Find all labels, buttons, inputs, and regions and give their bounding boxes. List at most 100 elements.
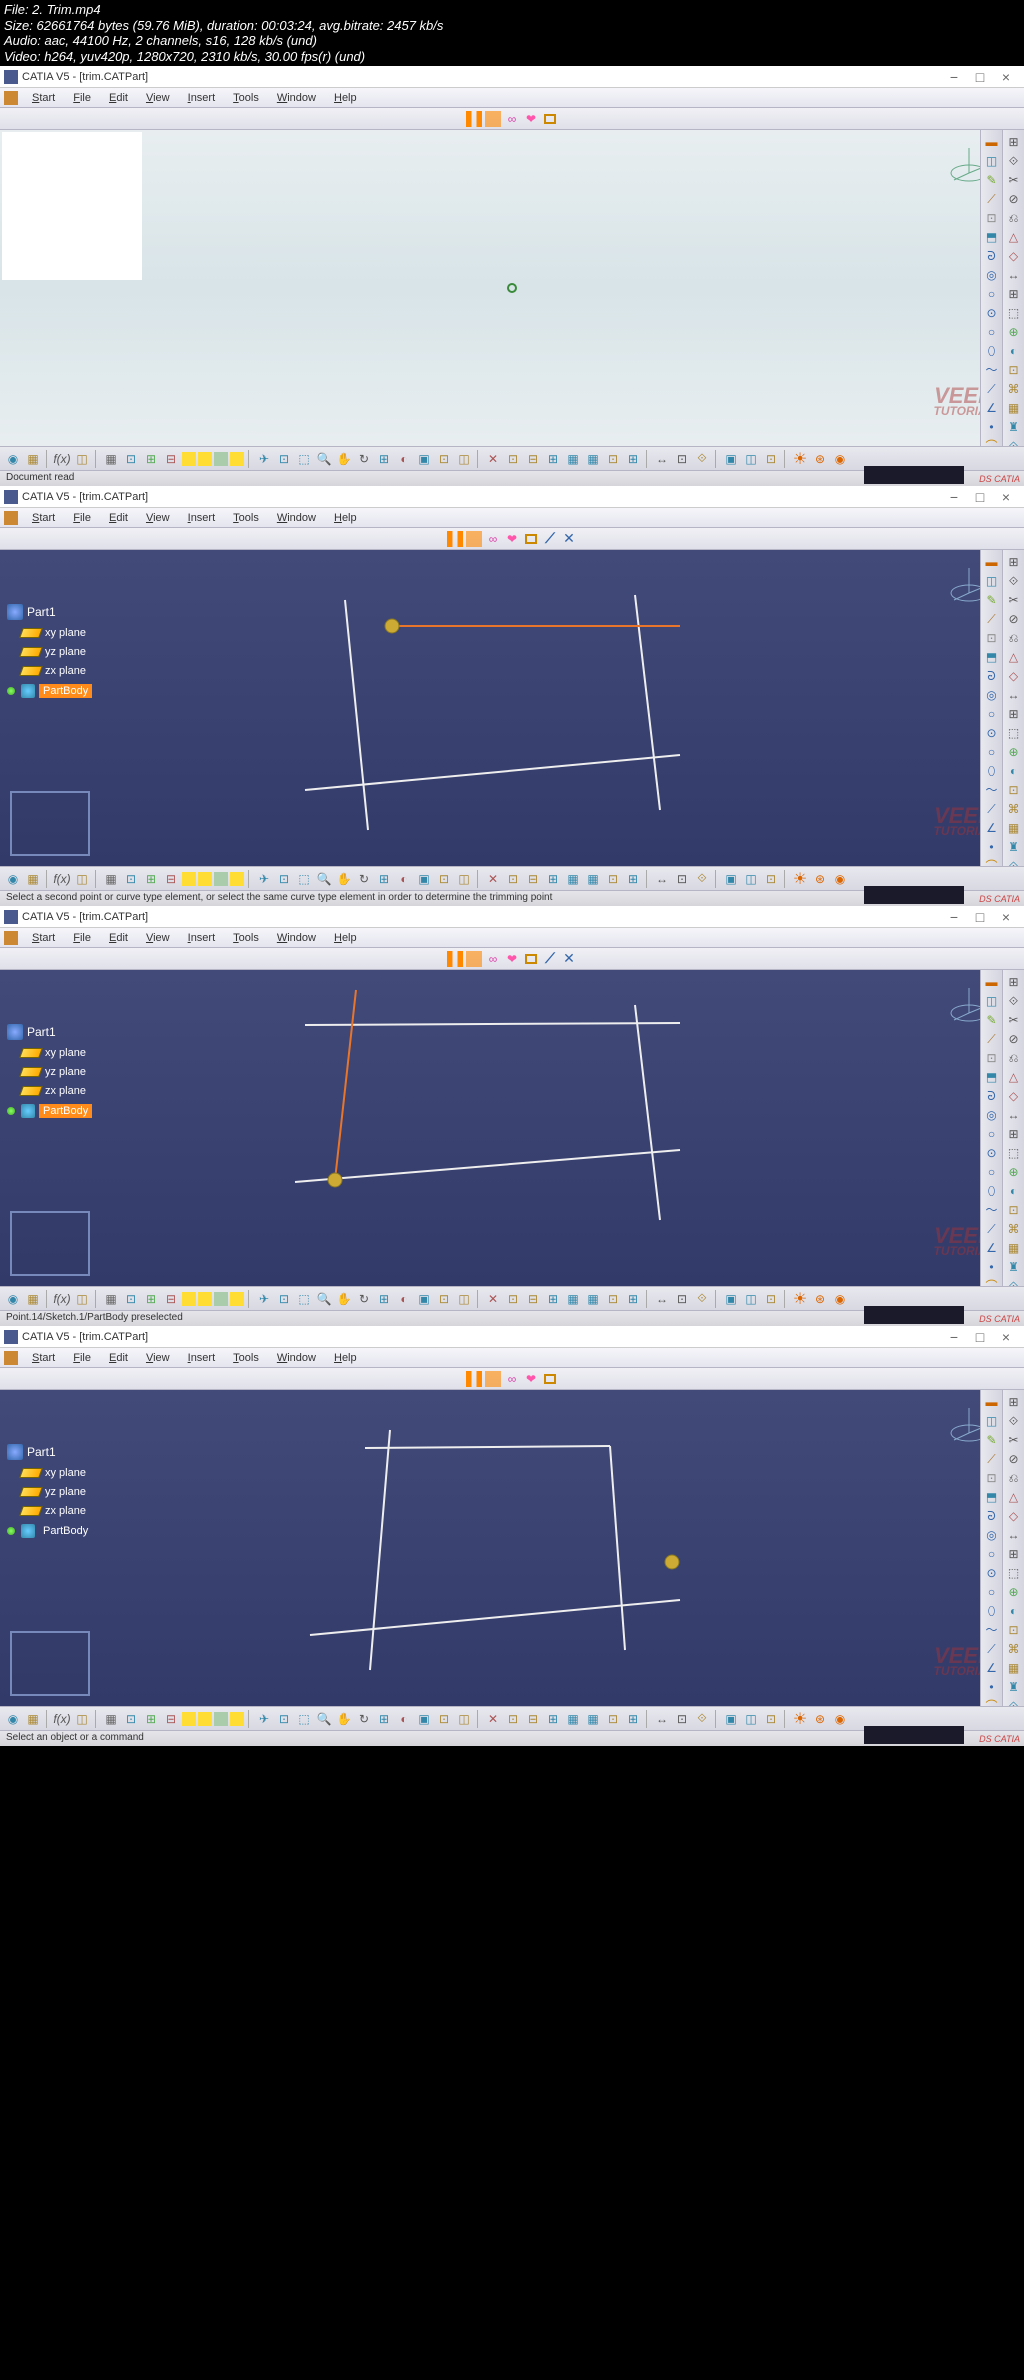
tool-icon[interactable]: ⬒ — [984, 649, 1000, 665]
menu-insert[interactable]: Insert — [180, 510, 224, 526]
tool-icon[interactable]: ○ — [984, 324, 1000, 340]
tool-icon[interactable]: ◫ — [742, 1710, 760, 1728]
tool-icon[interactable]: ▦ — [24, 1710, 42, 1728]
maximize-button[interactable]: □ — [974, 491, 986, 503]
tool-icon[interactable]: ◐ — [395, 870, 413, 888]
tool-icon[interactable]: ⊕ — [1006, 1584, 1022, 1600]
tool-icon[interactable]: ◉ — [831, 870, 849, 888]
tool-icon[interactable]: ▣ — [722, 450, 740, 468]
tool-icon[interactable]: ⊞ — [142, 1290, 160, 1308]
tool-icon[interactable] — [198, 1712, 212, 1726]
tool-icon[interactable]: ⎌ — [1006, 630, 1022, 646]
tool-icon[interactable]: ⬚ — [1006, 305, 1022, 321]
tool-icon[interactable]: ▦ — [584, 1710, 602, 1728]
tool-icon[interactable]: ○ — [984, 1126, 1000, 1142]
tool-icon[interactable]: ⟐ — [1006, 858, 1022, 866]
menu-window[interactable]: Window — [269, 510, 324, 526]
tool-icon[interactable]: 🔍 — [315, 1290, 333, 1308]
tool-icon[interactable]: ∠ — [984, 400, 1000, 416]
tool-icon[interactable]: ⌘ — [1006, 801, 1022, 817]
tool-icon[interactable]: • — [984, 839, 1000, 855]
tool-icon[interactable]: ▣ — [415, 870, 433, 888]
menu-file[interactable]: File — [65, 1350, 99, 1366]
tool-icon[interactable]: ᘒ — [984, 1088, 1000, 1104]
tool-icon[interactable]: ⟐ — [1006, 438, 1022, 446]
tool-icon[interactable]: ○ — [984, 1546, 1000, 1562]
rect-icon[interactable] — [542, 111, 558, 127]
menu-edit[interactable]: Edit — [101, 1350, 136, 1366]
tool-icon[interactable]: ▦ — [102, 870, 120, 888]
tool-icon[interactable]: ⌘ — [1006, 1221, 1022, 1237]
tool-icon[interactable]: ⊡ — [1006, 782, 1022, 798]
tool-icon[interactable]: ⬯ — [984, 763, 1000, 779]
tool-icon[interactable]: ▦ — [564, 870, 582, 888]
tool-icon[interactable]: ✕ — [484, 1710, 502, 1728]
infinity-icon[interactable]: ∞ — [485, 951, 501, 967]
mini-view[interactable] — [10, 1631, 90, 1696]
tool-icon[interactable]: ▬ — [984, 554, 1000, 570]
tool-icon[interactable]: ○ — [984, 706, 1000, 722]
tool-icon[interactable]: ⊡ — [504, 450, 522, 468]
feature-tree[interactable]: Part1 xy plane yz plane zx plane PartBod… — [5, 602, 125, 700]
tool-icon[interactable]: ○ — [984, 1164, 1000, 1180]
tool-icon[interactable]: ⌒ — [984, 438, 1000, 446]
tool-icon[interactable]: ⊘ — [1006, 191, 1022, 207]
tool-icon[interactable]: ✕ — [484, 1290, 502, 1308]
tool-icon[interactable]: ⬯ — [984, 1183, 1000, 1199]
tool-icon[interactable]: ▬ — [984, 1394, 1000, 1410]
close-button[interactable]: × — [1000, 491, 1012, 503]
tool-icon[interactable]: ⌒ — [984, 1278, 1000, 1286]
menu-edit[interactable]: Edit — [101, 510, 136, 526]
tool-icon[interactable]: ⊞ — [375, 870, 393, 888]
tool-icon[interactable]: ⊙ — [984, 305, 1000, 321]
menu-start[interactable]: Start — [24, 930, 63, 946]
tool-icon[interactable]: ⬯ — [984, 343, 1000, 359]
tool-icon[interactable]: ↔ — [653, 1290, 671, 1308]
infinity-icon[interactable]: ∞ — [504, 111, 520, 127]
tool-icon[interactable]: ⊞ — [142, 450, 160, 468]
tool-icon[interactable]: ⊞ — [142, 1710, 160, 1728]
maximize-button[interactable]: □ — [974, 911, 986, 923]
tree-root[interactable]: Part1 — [5, 602, 125, 622]
tree-partbody[interactable]: PartBody — [5, 1102, 125, 1120]
tool-icon[interactable]: ▦ — [564, 1290, 582, 1308]
tool-icon[interactable]: ⊘ — [1006, 1451, 1022, 1467]
tool-icon[interactable]: ⊡ — [604, 870, 622, 888]
tool-icon[interactable]: ⊡ — [984, 210, 1000, 226]
menu-tools[interactable]: Tools — [225, 90, 267, 106]
tool-icon[interactable]: ⬚ — [295, 870, 313, 888]
tool-icon[interactable]: ✈ — [255, 1290, 273, 1308]
tool-icon[interactable]: ✎ — [984, 1012, 1000, 1028]
tool-icon[interactable]: ⊙ — [984, 725, 1000, 741]
tool-icon[interactable]: ⊡ — [275, 1710, 293, 1728]
tool-icon[interactable] — [230, 1712, 244, 1726]
tool-icon[interactable]: ✎ — [984, 592, 1000, 608]
grid2-icon[interactable] — [466, 531, 482, 547]
tool-icon[interactable]: ⊡ — [504, 870, 522, 888]
tool-icon[interactable]: ⊞ — [142, 870, 160, 888]
tree-yz-plane[interactable]: yz plane — [5, 1064, 125, 1080]
menu-start[interactable]: Start — [24, 510, 63, 526]
tool-icon[interactable]: ○ — [984, 1584, 1000, 1600]
tool-icon[interactable]: ⊞ — [624, 450, 642, 468]
tool-icon[interactable]: ▣ — [415, 1290, 433, 1308]
tool-icon[interactable]: ✋ — [335, 870, 353, 888]
tool-icon[interactable]: ⊞ — [1006, 554, 1022, 570]
tool-icon[interactable] — [230, 452, 244, 466]
tool-icon[interactable]: ✕ — [484, 450, 502, 468]
tool-icon[interactable]: ▦ — [564, 450, 582, 468]
tool-icon[interactable]: △ — [1006, 649, 1022, 665]
tool-icon[interactable]: ⊡ — [122, 1290, 140, 1308]
tool-icon[interactable]: • — [984, 1259, 1000, 1275]
tool-icon[interactable]: ⊞ — [544, 870, 562, 888]
tool-icon[interactable] — [214, 452, 228, 466]
tool-icon[interactable]: ⊙ — [984, 1145, 1000, 1161]
close-button[interactable]: × — [1000, 911, 1012, 923]
tool-icon[interactable]: ⬚ — [1006, 1145, 1022, 1161]
tool-icon[interactable] — [230, 872, 244, 886]
grid-icon[interactable] — [466, 111, 482, 127]
tool-icon[interactable]: ✂ — [1006, 592, 1022, 608]
tool-icon[interactable]: ⊕ — [1006, 744, 1022, 760]
tool-icon[interactable]: ◫ — [73, 870, 91, 888]
tool-icon[interactable]: ⟋ — [984, 1451, 1000, 1467]
